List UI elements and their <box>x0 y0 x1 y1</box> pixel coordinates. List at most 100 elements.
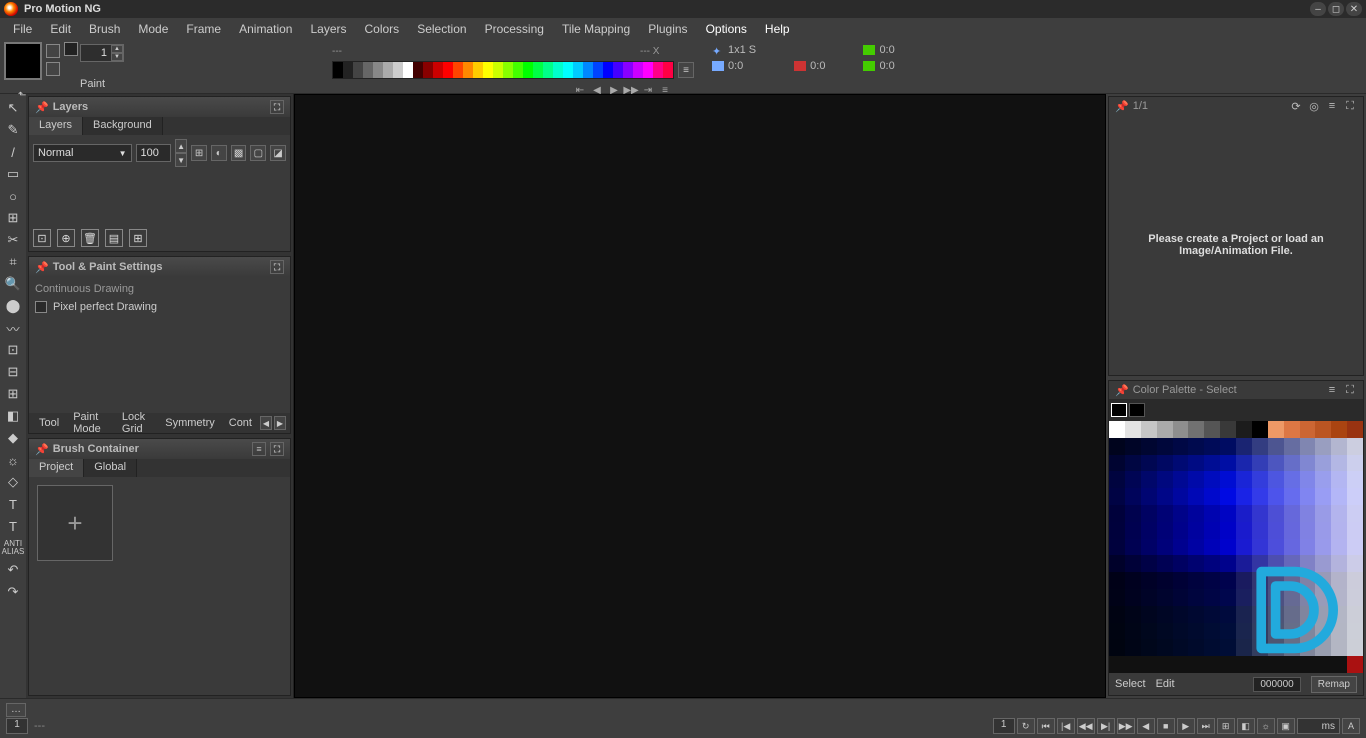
palette-swatch[interactable] <box>543 62 553 78</box>
color-swatch[interactable] <box>1220 589 1236 606</box>
layer-checker-icon[interactable]: ▩ <box>231 145 247 161</box>
color-swatch[interactable] <box>1125 522 1141 539</box>
palette-swatch[interactable] <box>553 62 563 78</box>
color-swatch[interactable] <box>1220 606 1236 623</box>
tool-18[interactable]: T <box>3 494 23 514</box>
foreground-swatch[interactable] <box>1111 403 1127 417</box>
color-swatch[interactable] <box>1109 623 1125 640</box>
pin-icon[interactable]: 📌 <box>35 261 49 274</box>
color-swatch[interactable] <box>1157 522 1173 539</box>
color-swatch[interactable] <box>1315 438 1331 455</box>
opacity-down-icon[interactable]: ▼ <box>175 153 187 167</box>
color-swatch[interactable] <box>1141 572 1157 589</box>
size-down-icon[interactable]: ▼ <box>111 53 123 61</box>
color-swatch[interactable] <box>1252 421 1268 438</box>
tool-13[interactable]: ⊞ <box>3 384 23 404</box>
color-swatch[interactable] <box>1141 623 1157 640</box>
play-cam-icon[interactable]: ▣ <box>1277 718 1295 734</box>
color-swatch[interactable] <box>1268 589 1284 606</box>
color-swatch[interactable] <box>1141 421 1157 438</box>
color-swatch[interactable] <box>1125 471 1141 488</box>
preview-target-icon[interactable]: ◎ <box>1307 99 1321 113</box>
color-swatch[interactable] <box>1252 555 1268 572</box>
stab-lockgrid[interactable]: Lock Grid <box>116 409 157 437</box>
color-swatch[interactable] <box>1268 455 1284 472</box>
color-swatch[interactable] <box>1173 438 1189 455</box>
color-swatch[interactable] <box>1347 539 1363 556</box>
color-swatch[interactable] <box>1141 488 1157 505</box>
color-swatch[interactable] <box>1220 488 1236 505</box>
color-swatch[interactable] <box>1315 589 1331 606</box>
color-swatch[interactable] <box>1284 589 1300 606</box>
color-swatch[interactable] <box>1220 505 1236 522</box>
color-swatch[interactable] <box>1173 471 1189 488</box>
opacity-input[interactable]: 100 <box>136 144 172 162</box>
color-swatch[interactable] <box>1125 505 1141 522</box>
color-swatch[interactable] <box>1331 471 1347 488</box>
color-swatch[interactable] <box>1300 488 1316 505</box>
color-swatch[interactable] <box>1331 438 1347 455</box>
color-swatch[interactable] <box>1268 623 1284 640</box>
color-swatch[interactable] <box>1236 522 1252 539</box>
color-swatch[interactable] <box>1173 572 1189 589</box>
palette-swatch[interactable] <box>363 62 373 78</box>
color-grid[interactable] <box>1109 421 1363 673</box>
color-swatch[interactable] <box>1220 555 1236 572</box>
tool-9[interactable]: ⬤ <box>3 296 23 316</box>
brush-size-spinner[interactable]: ▲▼ <box>80 44 124 62</box>
stab-paintmode[interactable]: Paint Mode <box>67 409 114 437</box>
layer-dup-icon[interactable]: ⊕ <box>57 229 75 247</box>
menu-file[interactable]: File <box>4 19 41 39</box>
color-swatch[interactable] <box>1220 455 1236 472</box>
tool-8[interactable]: 🔍 <box>3 274 23 294</box>
brush-pick-icon[interactable] <box>46 44 60 58</box>
color-swatch[interactable] <box>1157 455 1173 472</box>
color-swatch[interactable] <box>1188 421 1204 438</box>
color-swatch[interactable] <box>1300 539 1316 556</box>
color-swatch[interactable] <box>1347 572 1363 589</box>
palette-swatch[interactable] <box>383 62 393 78</box>
color-swatch[interactable] <box>1173 623 1189 640</box>
color-swatch[interactable] <box>1347 639 1363 656</box>
add-brush-slot[interactable]: + <box>37 485 113 561</box>
tool-21[interactable]: ↶ <box>3 560 23 580</box>
palette-swatch[interactable] <box>393 62 403 78</box>
color-swatch[interactable] <box>1204 539 1220 556</box>
color-swatch[interactable] <box>1347 488 1363 505</box>
play-fwd-icon[interactable]: ▶ <box>1177 718 1195 734</box>
palette-swatch[interactable] <box>413 62 423 78</box>
stab-tool[interactable]: Tool <box>33 415 65 431</box>
color-swatch[interactable] <box>1204 589 1220 606</box>
palette-swatch[interactable] <box>463 62 473 78</box>
cpal-edit[interactable]: Edit <box>1156 678 1175 690</box>
play-end-icon[interactable]: ⏭ <box>1197 718 1215 734</box>
color-swatch[interactable] <box>1252 572 1268 589</box>
tool-4[interactable]: ○ <box>3 186 23 206</box>
color-swatch[interactable] <box>1284 606 1300 623</box>
color-swatch[interactable] <box>1109 589 1125 606</box>
color-swatch[interactable] <box>1173 606 1189 623</box>
play-nextkey-icon[interactable]: ▶▶ <box>1117 718 1135 734</box>
play-grid-icon[interactable]: ⊞ <box>1217 718 1235 734</box>
frame-right-box[interactable]: 1 <box>993 718 1015 734</box>
color-swatch[interactable] <box>1284 522 1300 539</box>
color-swatch[interactable] <box>1173 639 1189 656</box>
color-swatch[interactable] <box>1204 522 1220 539</box>
color-swatch[interactable] <box>1268 606 1284 623</box>
color-swatch[interactable] <box>1109 522 1125 539</box>
color-swatch[interactable] <box>1252 623 1268 640</box>
menu-brush[interactable]: Brush <box>80 19 129 39</box>
brush-preview[interactable] <box>4 42 42 80</box>
palette-swatch[interactable] <box>473 62 483 78</box>
palette-swatch[interactable] <box>333 62 343 78</box>
palette-swatch[interactable] <box>433 62 443 78</box>
palette-swatch[interactable] <box>403 62 413 78</box>
palette-menu-icon[interactable]: ≡ <box>678 62 694 78</box>
cpal-remap-button[interactable]: Remap <box>1311 676 1357 693</box>
color-swatch[interactable] <box>1284 555 1300 572</box>
palette-strip[interactable] <box>332 61 674 79</box>
color-swatch[interactable] <box>1300 656 1316 673</box>
color-swatch[interactable] <box>1220 623 1236 640</box>
cpal-expand-icon[interactable]: ⛶ <box>1343 383 1357 397</box>
play-loop-icon[interactable]: ↻ <box>1017 718 1035 734</box>
